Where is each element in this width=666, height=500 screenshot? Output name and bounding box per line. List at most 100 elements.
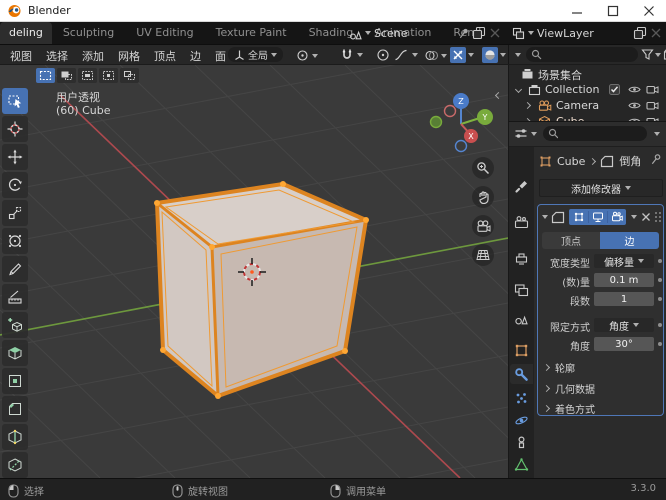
menu-add[interactable]: 添加 bbox=[75, 47, 111, 66]
cube-object[interactable] bbox=[154, 181, 369, 399]
workspace-tab-sculpting[interactable]: Sculpting bbox=[52, 22, 125, 44]
segments-field[interactable]: 1 bbox=[594, 292, 654, 306]
gizmo-z-negative[interactable] bbox=[454, 139, 468, 153]
limit-method-dropdown[interactable]: 角度 bbox=[594, 318, 654, 333]
minimize-button[interactable] bbox=[562, 0, 592, 22]
new-viewlayer-copy-icon[interactable] bbox=[633, 26, 647, 40]
select-mode-intersect[interactable] bbox=[120, 68, 139, 83]
tab-physics[interactable] bbox=[510, 410, 533, 430]
tool-rotate[interactable] bbox=[2, 172, 28, 198]
tab-modifiers[interactable] bbox=[510, 364, 533, 384]
render-toggle-icon[interactable] bbox=[608, 211, 626, 223]
tool-cursor[interactable] bbox=[2, 116, 28, 142]
tab-constraints[interactable] bbox=[510, 432, 533, 452]
snap-toggle[interactable] bbox=[340, 48, 363, 62]
proportional-editing-controls[interactable] bbox=[376, 48, 418, 62]
tool-extrude-region[interactable] bbox=[2, 340, 28, 366]
pivot-point-dropdown[interactable] bbox=[296, 49, 318, 62]
tab-object-data[interactable] bbox=[510, 454, 533, 474]
eye-icon[interactable] bbox=[628, 85, 641, 94]
tool-inset-faces[interactable] bbox=[2, 368, 28, 394]
scene-selector[interactable]: Scene bbox=[345, 25, 412, 41]
tab-tool[interactable] bbox=[510, 176, 533, 196]
outliner-row-cube[interactable]: Cube bbox=[509, 114, 666, 121]
display-mode-chevron-icon[interactable] bbox=[515, 53, 521, 57]
tool-loop-cut[interactable] bbox=[2, 424, 28, 450]
panel-expand-icon[interactable] bbox=[542, 215, 548, 219]
width-type-dropdown[interactable]: 偏移量 bbox=[594, 254, 654, 269]
breadcrumb-modifier[interactable]: 倒角 bbox=[619, 153, 641, 169]
camera-view-button[interactable] bbox=[472, 215, 494, 237]
workspace-tab-modeling[interactable]: deling bbox=[0, 22, 52, 44]
navigation-gizmo[interactable]: Z Y X bbox=[415, 80, 495, 156]
delete-modifier-icon[interactable] bbox=[641, 212, 651, 222]
show-gizmos-toggle[interactable] bbox=[450, 47, 466, 63]
keyframe-dot[interactable] bbox=[658, 278, 662, 282]
tool-knife[interactable] bbox=[2, 452, 28, 478]
drag-handle-icon[interactable] bbox=[654, 211, 662, 223]
menu-edge[interactable]: 边 bbox=[183, 47, 208, 66]
tab-output[interactable] bbox=[510, 248, 533, 268]
viewport-shading-toggle[interactable] bbox=[482, 47, 498, 63]
menu-mesh[interactable]: 网格 bbox=[111, 47, 147, 66]
section-shading[interactable]: 着色方式 bbox=[542, 401, 595, 416]
select-mode-invert[interactable] bbox=[99, 68, 118, 83]
pin-icon[interactable] bbox=[650, 153, 662, 166]
orthographic-grid-button[interactable] bbox=[472, 244, 494, 266]
properties-sliders-icon[interactable] bbox=[514, 127, 528, 140]
tab-object[interactable] bbox=[510, 340, 533, 360]
outliner-row-scene-collection[interactable]: 场景集合 bbox=[509, 66, 666, 82]
chevron-down-icon[interactable] bbox=[655, 53, 661, 57]
tool-bevel[interactable] bbox=[2, 396, 28, 422]
tool-annotate[interactable] bbox=[2, 256, 28, 282]
add-modifier-button[interactable]: 添加修改器 bbox=[539, 179, 663, 197]
expand-chevron-icon[interactable] bbox=[523, 101, 532, 110]
section-profile[interactable]: 轮廓 bbox=[542, 360, 575, 375]
tool-add-cube[interactable] bbox=[2, 312, 28, 338]
properties-search[interactable] bbox=[543, 126, 647, 141]
tab-render[interactable] bbox=[510, 212, 533, 232]
outliner-search-input[interactable] bbox=[546, 48, 626, 61]
tool-move[interactable] bbox=[2, 144, 28, 170]
tool-select-box[interactable] bbox=[2, 88, 28, 114]
keyframe-dot[interactable] bbox=[658, 342, 662, 346]
angle-field[interactable]: 30° bbox=[594, 337, 654, 351]
show-overlays-dropdown[interactable] bbox=[424, 48, 447, 63]
gizmo-x-negative[interactable] bbox=[443, 104, 457, 118]
bevel-tab-edges[interactable]: 边 bbox=[600, 232, 659, 249]
keyframe-dot[interactable] bbox=[658, 323, 662, 327]
section-geometry[interactable]: 几何数据 bbox=[542, 381, 595, 396]
expand-chevron-icon[interactable] bbox=[514, 85, 523, 94]
camera-visibility-icon[interactable] bbox=[646, 100, 659, 111]
select-mode-extend[interactable] bbox=[57, 68, 76, 83]
properties-search-input[interactable] bbox=[562, 127, 642, 140]
workspace-tab-texture-paint[interactable]: Texture Paint bbox=[205, 22, 298, 44]
modifier-extras-icon[interactable] bbox=[631, 215, 637, 219]
pin-icon[interactable] bbox=[458, 27, 470, 40]
tool-measure[interactable] bbox=[2, 284, 28, 310]
menu-view[interactable]: 视图 bbox=[3, 47, 39, 66]
zoom-button[interactable] bbox=[472, 157, 494, 179]
filter-funnel-icon[interactable] bbox=[641, 48, 654, 61]
new-scene-copy-icon[interactable] bbox=[472, 26, 486, 40]
chevron-down-icon[interactable] bbox=[531, 132, 537, 136]
tab-view-layer[interactable] bbox=[510, 280, 533, 300]
gizmo-y-negative[interactable] bbox=[429, 115, 443, 129]
bevel-tab-vertices[interactable]: 顶点 bbox=[542, 232, 600, 249]
workspace-tab-uv-editing[interactable]: UV Editing bbox=[125, 22, 204, 44]
menu-vertex[interactable]: 顶点 bbox=[147, 47, 183, 66]
edit-mode-toggle-icon[interactable] bbox=[570, 211, 589, 223]
outliner-search[interactable] bbox=[526, 47, 638, 62]
maximize-button[interactable] bbox=[598, 0, 628, 22]
realtime-toggle-icon[interactable] bbox=[589, 211, 608, 223]
breadcrumb-object[interactable]: Cube bbox=[557, 155, 585, 168]
select-mode-subtract[interactable] bbox=[78, 68, 97, 83]
keyframe-dot[interactable] bbox=[658, 259, 662, 263]
select-mode-set[interactable] bbox=[36, 68, 55, 83]
tab-scene[interactable] bbox=[510, 308, 533, 328]
viewport-3d[interactable]: 用户透视 (60) Cube Z Y X bbox=[0, 65, 508, 478]
amount-field[interactable]: 0.1 m bbox=[594, 273, 654, 287]
transform-orientation-dropdown[interactable]: 全局 bbox=[228, 47, 283, 62]
tool-scale[interactable] bbox=[2, 200, 28, 226]
keyframe-dot[interactable] bbox=[658, 297, 662, 301]
